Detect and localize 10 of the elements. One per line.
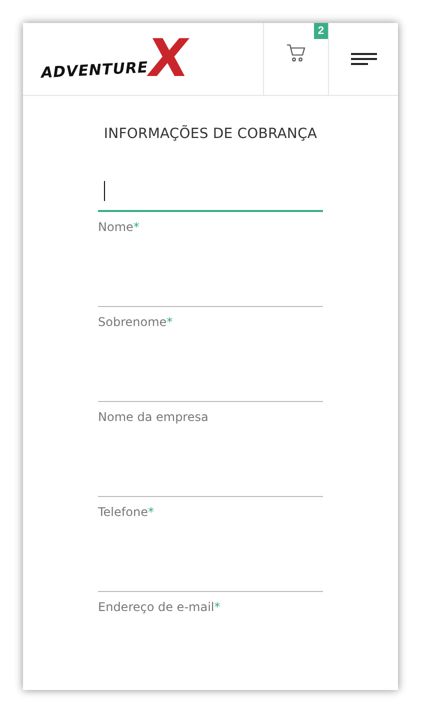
cart-icon xyxy=(286,43,306,63)
menu-icon xyxy=(350,53,376,65)
field-label: Telefone* xyxy=(98,505,155,519)
field-label: Nome da empresa xyxy=(98,410,210,424)
section-title: INFORMAÇÕES DE COBRANÇA xyxy=(102,126,318,142)
field-label: Nome* xyxy=(98,220,140,234)
field-label: Sobrenome* xyxy=(98,315,174,329)
field-label: Endereço de e-mail* xyxy=(98,600,222,614)
cart-count-badge: 2 xyxy=(314,23,328,39)
menu-button[interactable] xyxy=(328,23,398,95)
